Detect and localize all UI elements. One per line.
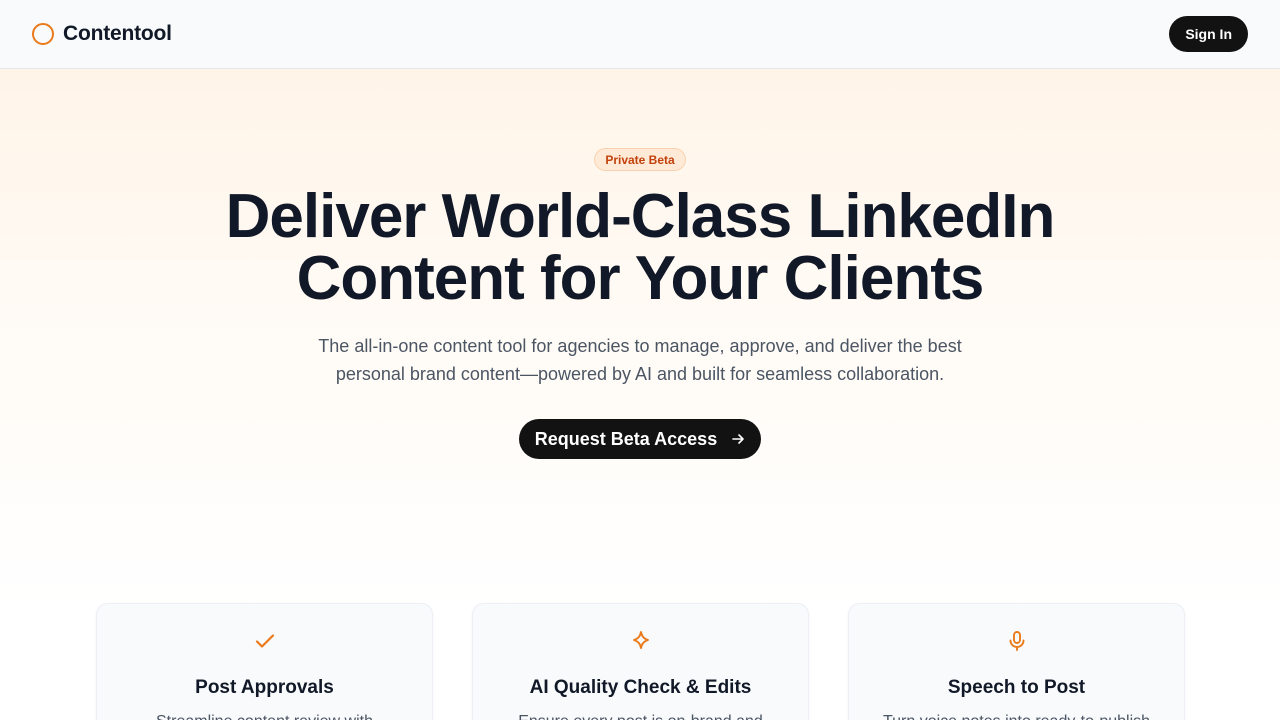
hero-headline: Deliver World-Class LinkedIn Content for…	[140, 186, 1140, 310]
logo-ring-icon	[32, 23, 54, 45]
check-icon	[254, 630, 276, 652]
top-nav: Contentool Sign In	[0, 0, 1280, 69]
sign-in-button[interactable]: Sign In	[1169, 16, 1248, 52]
headline-line-2: Content for Your Clients	[296, 244, 985, 313]
subtitle-line-2: personal brand content—powered by AI and…	[335, 364, 945, 384]
feature-title: AI Quality Check & Edits	[529, 677, 752, 698]
cta-label: Request Beta Access	[534, 428, 718, 449]
feature-card-ai-quality: AI Quality Check & Edits Ensure every po…	[472, 603, 809, 720]
feature-description: Streamline content review with	[127, 710, 402, 720]
feature-title: Speech to Post	[947, 677, 1086, 698]
feature-title: Post Approvals	[195, 677, 334, 698]
private-beta-badge: Private Beta	[594, 148, 686, 171]
microphone-icon	[1006, 630, 1028, 652]
headline-line-1: Deliver World-Class LinkedIn	[225, 182, 1056, 251]
hero-subtitle: The all-in-one content tool for agencies…	[290, 332, 990, 388]
brand-logo[interactable]: Contentool	[32, 22, 172, 46]
feature-card-speech-to-post: Speech to Post Turn voice notes into rea…	[848, 603, 1185, 720]
request-beta-access-button[interactable]: Request Beta Access	[519, 419, 761, 459]
subtitle-line-1: The all-in-one content tool for agencies…	[318, 336, 962, 356]
feature-card-post-approvals: Post Approvals Streamline content review…	[96, 603, 433, 720]
sparkle-icon	[630, 630, 652, 652]
arrow-right-icon	[731, 432, 745, 446]
brand-name: Contentool	[63, 22, 172, 45]
feature-description: Ensure every post is on-brand and	[503, 710, 778, 720]
feature-description: Turn voice notes into ready-to-publish	[879, 710, 1154, 720]
